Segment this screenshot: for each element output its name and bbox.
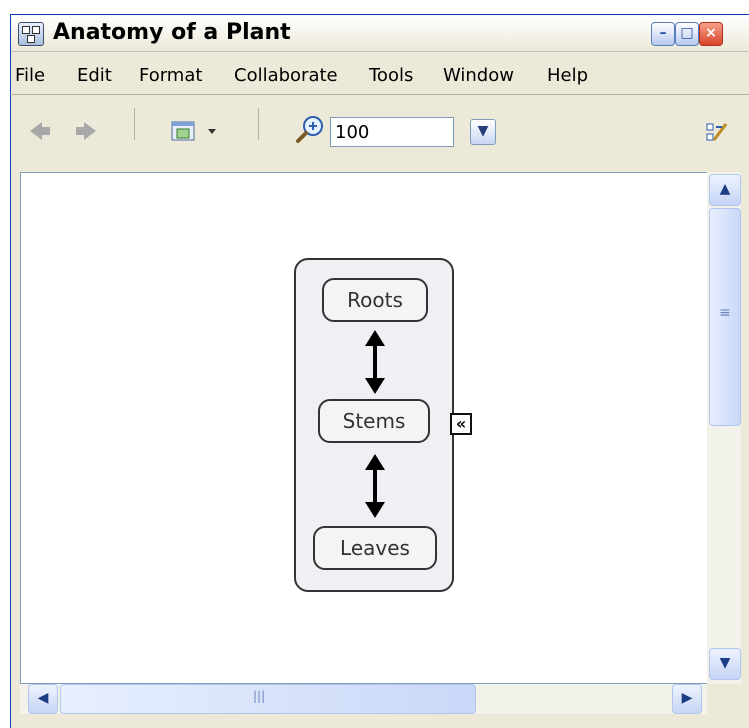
minimize-button[interactable]: –: [651, 22, 675, 46]
zoom-level-field[interactable]: 100: [330, 117, 454, 147]
collapse-group-button[interactable]: «: [450, 413, 472, 435]
zoom-dropdown-button[interactable]: ▼: [470, 119, 496, 145]
zoom-button[interactable]: [294, 114, 326, 146]
chevron-up-icon: ▲: [719, 181, 731, 197]
maximize-button[interactable]: □: [675, 22, 699, 46]
view-options-button[interactable]: [168, 116, 226, 146]
vertical-scrollbar[interactable]: ▲ ≡ ▼: [707, 172, 741, 684]
forward-button[interactable]: [76, 122, 100, 140]
menu-tools[interactable]: Tools: [369, 65, 413, 86]
grip-icon: |||: [253, 689, 266, 703]
chevron-left-icon: ◀: [37, 690, 49, 706]
menu-collaborate[interactable]: Collaborate: [234, 65, 338, 86]
window-title: Anatomy of a Plant: [53, 20, 291, 45]
concept-leaves[interactable]: Leaves: [313, 526, 437, 570]
scroll-left-button[interactable]: ◀: [28, 684, 58, 714]
concept-roots[interactable]: Roots: [322, 278, 428, 322]
chevron-down-icon: ▼: [719, 655, 731, 671]
back-button[interactable]: [30, 122, 54, 140]
chevron-down-icon: ▼: [477, 123, 489, 139]
back-arrow-icon: [30, 122, 42, 140]
title-bar[interactable]: Anatomy of a Plant – □ ×: [11, 15, 749, 52]
menu-window[interactable]: Window: [443, 65, 514, 86]
chevron-right-icon: ▶: [681, 690, 693, 706]
toolbar-separator: [258, 108, 259, 140]
link-stems-leaves[interactable]: [360, 452, 390, 522]
menu-bar: File Edit Format Collaborate Tools Windo…: [11, 59, 749, 91]
zoom-in-icon: [296, 116, 323, 143]
forward-arrow-icon: [84, 122, 96, 140]
app-icon: [18, 22, 44, 46]
menu-format[interactable]: Format: [139, 65, 202, 86]
menubar-divider: [10, 94, 749, 95]
collaborate-icon: [706, 123, 728, 141]
scroll-down-button[interactable]: ▼: [709, 648, 741, 680]
view-options-icon: [171, 121, 216, 141]
toolbar-separator: [134, 108, 135, 140]
horizontal-scrollbar[interactable]: ◀ ||| ▶: [20, 684, 707, 714]
close-button[interactable]: ×: [699, 22, 723, 46]
menu-file[interactable]: File: [15, 65, 45, 86]
menu-help[interactable]: Help: [547, 65, 588, 86]
scroll-right-button[interactable]: ▶: [672, 684, 702, 714]
link-roots-stems[interactable]: [360, 328, 390, 398]
collaborate-button[interactable]: [704, 118, 732, 146]
concept-stems[interactable]: Stems: [318, 399, 430, 443]
menu-edit[interactable]: Edit: [77, 65, 112, 86]
grip-icon: ≡: [719, 305, 731, 321]
horizontal-scroll-thumb[interactable]: |||: [60, 684, 476, 714]
scroll-up-button[interactable]: ▲: [709, 174, 741, 206]
vertical-scroll-thumb[interactable]: ≡: [709, 208, 741, 426]
